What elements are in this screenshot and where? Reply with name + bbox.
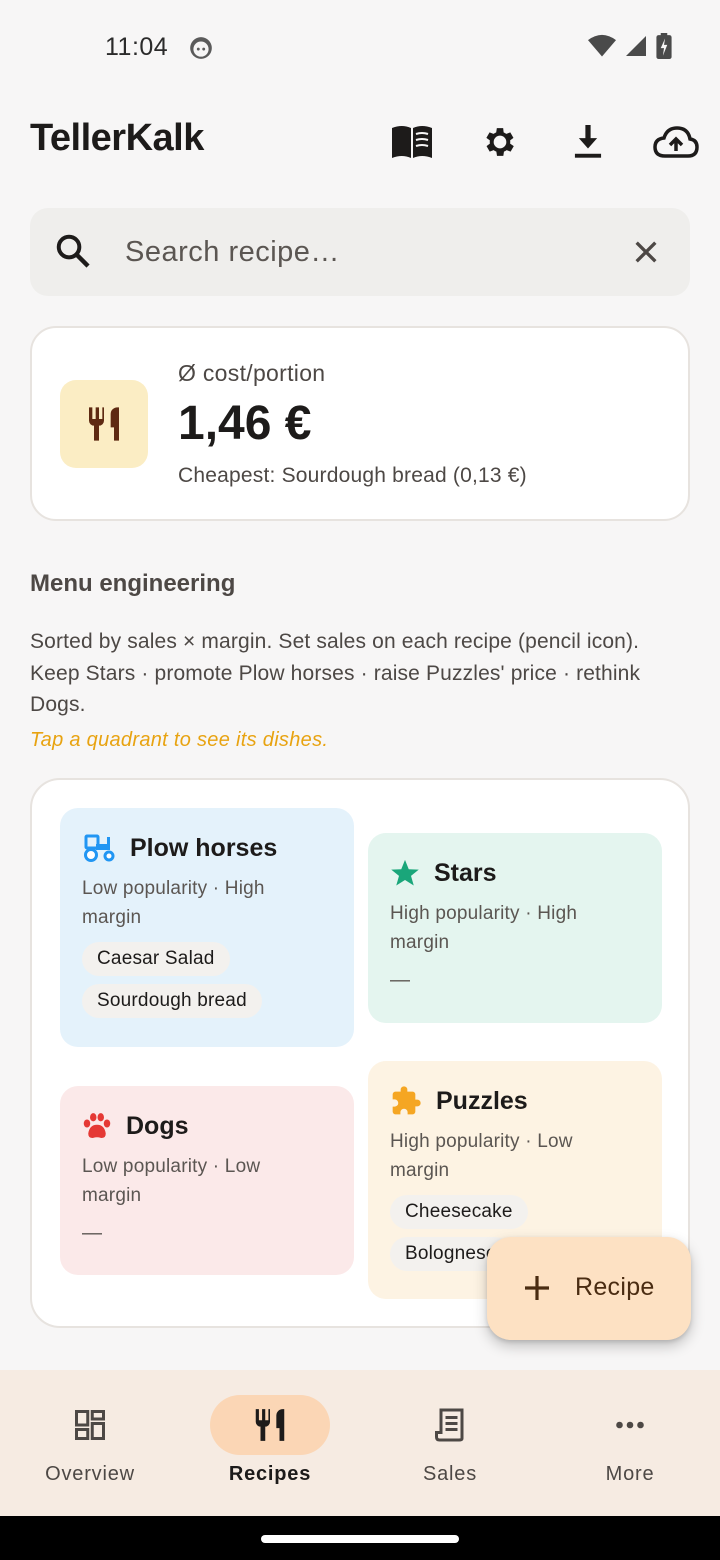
quadrant-title: Plow horses [130, 833, 278, 862]
quadrant-description: High popularity · Low margin [390, 1131, 573, 1181]
section-title: Menu engineering [30, 570, 236, 597]
quadrant-dogs[interactable]: Dogs Low popularity · Low margin — [60, 1086, 354, 1275]
cloud-upload-icon [653, 126, 699, 158]
cost-summary-card: Ø cost/portion 1,46 € Cheapest: Sourdoug… [30, 326, 690, 521]
nav-label: Sales [422, 1463, 478, 1485]
nav-label: Recipes [228, 1463, 312, 1485]
cost-icon-box [60, 380, 148, 468]
quadrant-title: Puzzles [436, 1086, 528, 1115]
quadrant-description: Low popularity · High margin [82, 878, 265, 928]
recipe-book-button[interactable] [388, 120, 436, 164]
star-icon [391, 859, 419, 886]
tractor-icon [84, 834, 115, 862]
status-time: 11:04 [105, 33, 169, 61]
settings-button[interactable] [476, 120, 524, 164]
quadrant-empty: — [82, 1222, 102, 1244]
dish-chip[interactable]: Cheesecake [390, 1195, 528, 1229]
face-notification-icon [190, 37, 212, 59]
quadrant-plow-horses[interactable]: Plow horses Low popularity · High margin… [60, 808, 354, 1047]
search-bar[interactable] [30, 208, 690, 296]
nav-label: Overview [45, 1463, 135, 1485]
section-description: Sorted by sales × margin. Set sales on e… [30, 630, 641, 716]
quadrant-empty: — [390, 969, 410, 991]
app-title: TellerKalk [30, 117, 204, 159]
receipt-icon [435, 1408, 464, 1442]
signal-icon [626, 36, 646, 56]
quadrant-title: Dogs [126, 1111, 189, 1140]
gesture-navigation-bar [0, 1516, 720, 1560]
dashboard-icon [75, 1410, 105, 1440]
search-input[interactable] [125, 228, 605, 276]
paw-icon [83, 1113, 111, 1138]
home-gesture-handle[interactable] [261, 1535, 459, 1543]
cheapest-recipe: Cheapest: Sourdough bread (0,13 €) [178, 464, 527, 487]
quadrant-title: Stars [434, 858, 497, 887]
menu-book-icon [392, 126, 432, 158]
settings-icon [486, 128, 514, 156]
nav-sales[interactable]: Sales [360, 1370, 540, 1516]
nav-label: More [605, 1463, 655, 1485]
status-bar: 11:04 [0, 0, 720, 96]
battery-icon [656, 33, 672, 59]
quadrant-stars[interactable]: Stars High popularity · High margin — [368, 833, 662, 1023]
close-icon[interactable] [630, 236, 662, 268]
puzzle-icon [392, 1086, 421, 1115]
quadrant-description: High popularity · High margin [390, 903, 578, 953]
nav-overview[interactable]: Overview [0, 1370, 180, 1516]
cost-value: 1,46 € [178, 397, 312, 450]
app-bar: TellerKalk [0, 100, 720, 184]
bottom-navigation: Overview Recipes Sales More [0, 1370, 720, 1516]
wifi-icon [588, 34, 616, 57]
status-icons [588, 33, 672, 59]
fab-label: Recipe [575, 1273, 655, 1301]
add-recipe-fab[interactable]: Recipe [487, 1237, 691, 1340]
section-hint: Tap a quadrant to see its dishes. [30, 729, 329, 751]
nav-more[interactable]: More [540, 1370, 720, 1516]
restaurant-icon [255, 1409, 285, 1441]
dish-chip[interactable]: Sourdough bread [82, 984, 262, 1018]
more-horiz-icon [616, 1421, 644, 1429]
restaurant-icon [89, 407, 119, 441]
upload-button[interactable] [652, 120, 700, 164]
dish-chip[interactable]: Caesar Salad [82, 942, 230, 976]
nav-recipes[interactable]: Recipes [180, 1370, 360, 1516]
plus-icon [525, 1276, 549, 1300]
quadrant-description: Low popularity · Low margin [82, 1156, 261, 1206]
search-icon [56, 234, 90, 268]
download-button[interactable] [564, 120, 612, 164]
cost-label: Ø cost/portion [178, 360, 326, 386]
download-icon [574, 125, 602, 158]
